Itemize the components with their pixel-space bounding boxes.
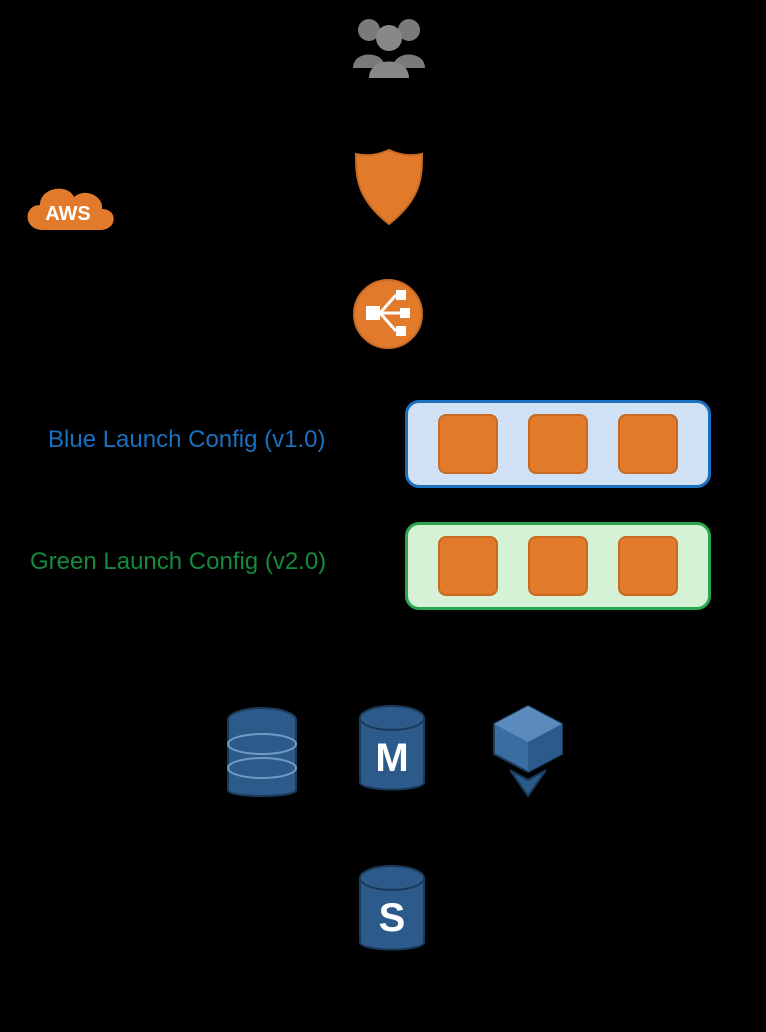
green-autoscaling-group [405, 522, 711, 610]
dynamodb-icon [218, 700, 306, 809]
architecture-diagram: AWS [0, 0, 766, 1032]
green-launch-config-label: Green Launch Config (v2.0) [30, 548, 326, 576]
rds-master-label: M [350, 736, 434, 781]
users-icon [345, 12, 433, 87]
blue-autoscaling-group [405, 400, 711, 488]
arrow-rds-master-standby [378, 802, 398, 858]
elb-icon [352, 278, 424, 355]
rds-standby-icon: S [350, 860, 434, 965]
arrow-asg-data [378, 608, 398, 694]
aws-cloud-icon: AWS [18, 175, 118, 250]
blue-instance [528, 414, 588, 474]
blue-instance [618, 414, 678, 474]
route53-icon [350, 146, 428, 233]
blue-launch-config-label: Blue Launch Config (v1.0) [48, 426, 326, 454]
green-instance [528, 536, 588, 596]
aws-cloud-label: AWS [18, 203, 118, 226]
arrow-route53-elb [378, 230, 398, 276]
green-instance [438, 536, 498, 596]
elasticache-icon [480, 700, 576, 805]
arrow-elb-asg [378, 352, 398, 402]
green-instance [618, 536, 678, 596]
blue-instance [438, 414, 498, 474]
arrow-users-route53 [378, 84, 398, 144]
rds-standby-label: S [350, 896, 434, 941]
rds-master-icon: M [350, 700, 434, 805]
